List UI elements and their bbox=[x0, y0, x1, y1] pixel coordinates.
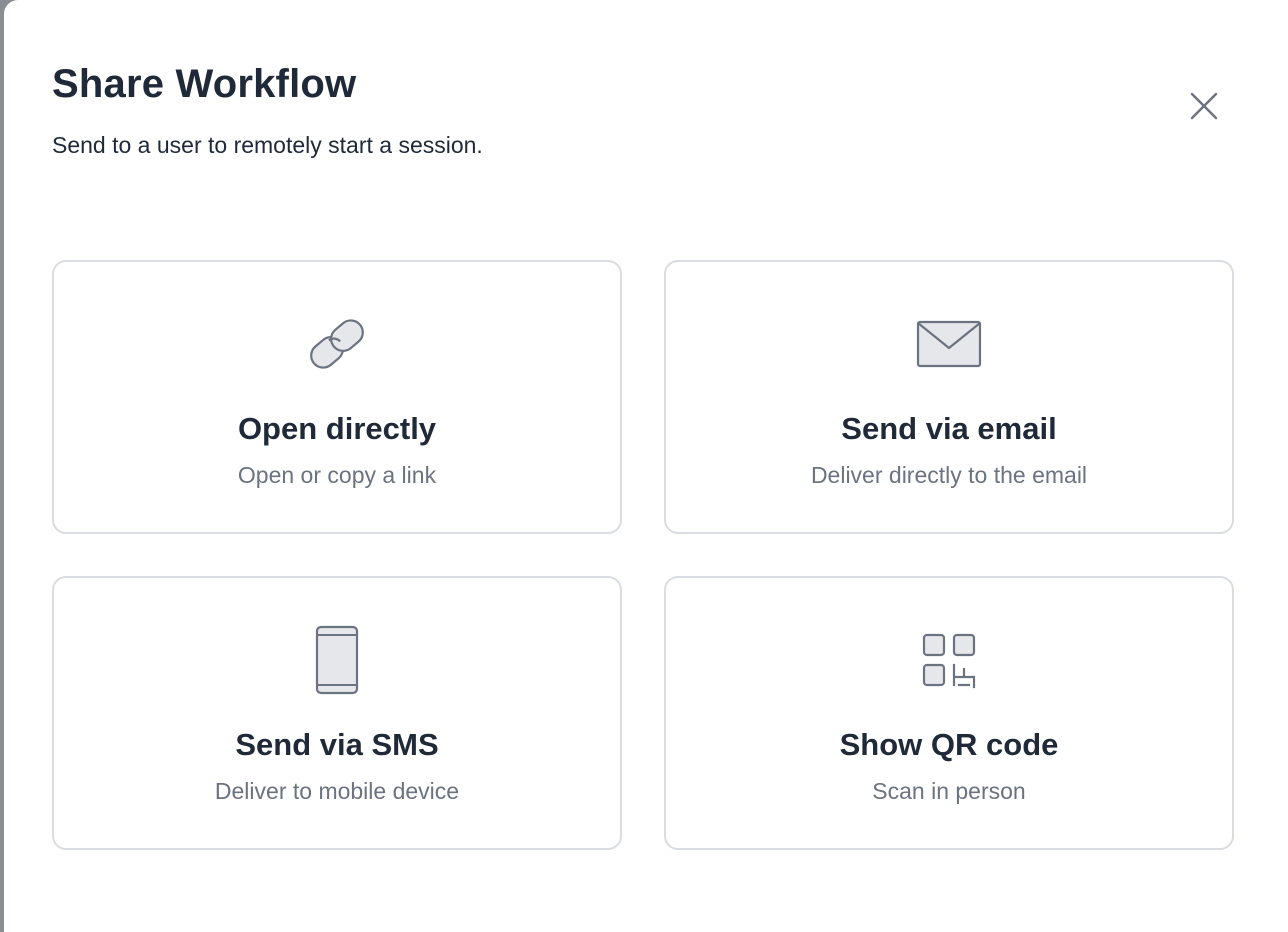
option-description: Open or copy a link bbox=[237, 462, 437, 488]
option-title: Open directly bbox=[237, 411, 437, 446]
link-icon bbox=[54, 312, 620, 376]
option-title: Send via email bbox=[841, 411, 1057, 446]
dialog-title: Share Workflow bbox=[52, 62, 357, 106]
open-directly-option[interactable]: Open directly Open or copy a link bbox=[52, 260, 622, 534]
send-via-sms-option[interactable]: Send via SMS Deliver to mobile device bbox=[52, 576, 622, 850]
envelope-icon bbox=[666, 312, 1232, 376]
send-via-email-option[interactable]: Send via email Deliver directly to the e… bbox=[664, 260, 1234, 534]
option-description: Deliver to mobile device bbox=[214, 778, 460, 804]
option-description: Scan in person bbox=[872, 778, 1026, 804]
option-description: Deliver directly to the email bbox=[810, 462, 1088, 488]
phone-icon bbox=[54, 625, 620, 695]
show-qr-code-option[interactable]: Show QR code Scan in person bbox=[664, 576, 1234, 850]
share-workflow-dialog: Share Workflow Send to a user to remotel… bbox=[4, 0, 1288, 932]
option-title: Send via SMS bbox=[235, 727, 439, 762]
close-icon bbox=[1190, 92, 1218, 120]
qr-code-icon bbox=[666, 628, 1232, 692]
dialog-subtitle: Send to a user to remotely start a sessi… bbox=[52, 132, 483, 158]
option-title: Show QR code bbox=[839, 727, 1059, 762]
close-button[interactable] bbox=[1182, 84, 1226, 128]
